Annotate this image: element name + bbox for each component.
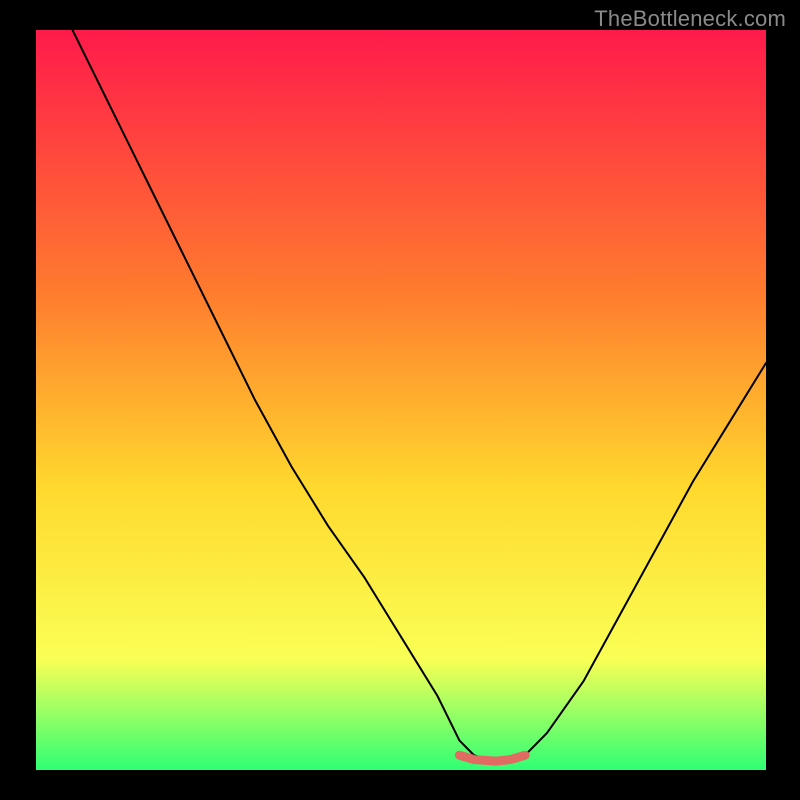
chart-svg [36, 30, 766, 770]
chart-frame: TheBottleneck.com [0, 0, 800, 800]
chart-plot-area [36, 30, 766, 770]
watermark-text: TheBottleneck.com [594, 6, 786, 32]
chart-gradient-bg [36, 30, 766, 770]
